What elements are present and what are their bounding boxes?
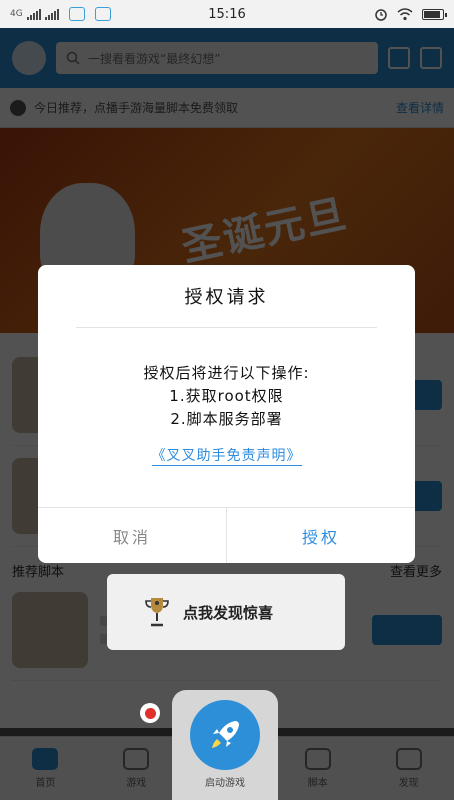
notice-icon: [10, 99, 26, 116]
status-bar: 4G 15:16: [0, 0, 454, 28]
status-right: [374, 7, 447, 21]
rocket-badge: [190, 700, 260, 770]
wifi-icon: [397, 7, 413, 20]
dialog-body: 授权后将进行以下操作: 1.获取root权限 2.脚本服务部署 《叉叉助手免责声…: [38, 328, 415, 467]
app-header: 一搜看看游戏“最终幻想”: [0, 28, 454, 88]
grid-icon[interactable]: [388, 47, 410, 69]
authorize-button[interactable]: 授权: [227, 508, 415, 563]
notice-bar[interactable]: 今日推荐，点播手游海量脚本免费领取 查看详情: [0, 88, 454, 128]
home-icon: [32, 748, 59, 770]
cancel-button[interactable]: 取消: [38, 508, 227, 563]
tab-home[interactable]: 首页: [32, 748, 59, 789]
dialog-intro: 授权后将进行以下操作:: [143, 364, 310, 382]
dialog-step-deploy: 2.脚本服务部署: [170, 410, 283, 428]
launch-label: 启动游戏: [205, 778, 245, 789]
dialog-title: 授权请求: [184, 287, 269, 308]
get-button[interactable]: [372, 615, 442, 645]
search-input[interactable]: 一搜看看游戏“最终幻想”: [56, 42, 378, 74]
network-type: 4G: [10, 9, 23, 19]
notification-icon-2: [94, 7, 111, 21]
dialog-step-root: 1.获取root权限: [169, 387, 284, 405]
battery-icon: [422, 8, 447, 20]
surprise-label: 点我发现惊喜: [183, 603, 274, 622]
section-more-link[interactable]: 查看更多: [390, 561, 442, 580]
signal-icon: [26, 8, 41, 20]
record-dot-icon: [144, 707, 156, 719]
authorization-dialog: 授权请求 授权后将进行以下操作: 1.获取root权限 2.脚本服务部署 《叉叉…: [38, 265, 415, 563]
gamepad-icon: [123, 748, 150, 770]
notice-text: 今日推荐，点播手游海量脚本免费领取: [34, 101, 239, 115]
signal-icon-2: [44, 8, 59, 20]
tab-scripts[interactable]: 脚本: [304, 748, 331, 789]
trophy-icon: [145, 598, 169, 627]
record-button[interactable]: [140, 703, 160, 723]
search-placeholder: 一搜看看游戏“最终幻想”: [88, 51, 221, 66]
status-left: 4G: [10, 7, 170, 21]
compass-icon: [395, 748, 422, 770]
dialog-buttons: 取消 授权: [38, 507, 415, 563]
notice-link[interactable]: 查看详情: [396, 99, 444, 116]
launch-game-button[interactable]: 启动游戏: [172, 690, 278, 800]
download-icon[interactable]: [420, 47, 442, 69]
game-thumbnail: [12, 592, 88, 668]
disclaimer-link[interactable]: 《叉叉助手免责声明》: [151, 447, 302, 466]
tv-icon: [304, 748, 331, 770]
search-icon: [66, 51, 80, 65]
banner-title: 圣诞元旦: [177, 190, 352, 271]
tab-games[interactable]: 游戏: [123, 748, 150, 789]
section-title: 推荐脚本: [12, 565, 65, 580]
notification-icon: [68, 7, 85, 21]
avatar[interactable]: [12, 41, 46, 75]
surprise-popup[interactable]: 点我发现惊喜: [107, 574, 345, 650]
tab-discover[interactable]: 发现: [395, 748, 422, 789]
alarm-icon: [375, 9, 387, 21]
rocket-icon: [212, 721, 239, 748]
